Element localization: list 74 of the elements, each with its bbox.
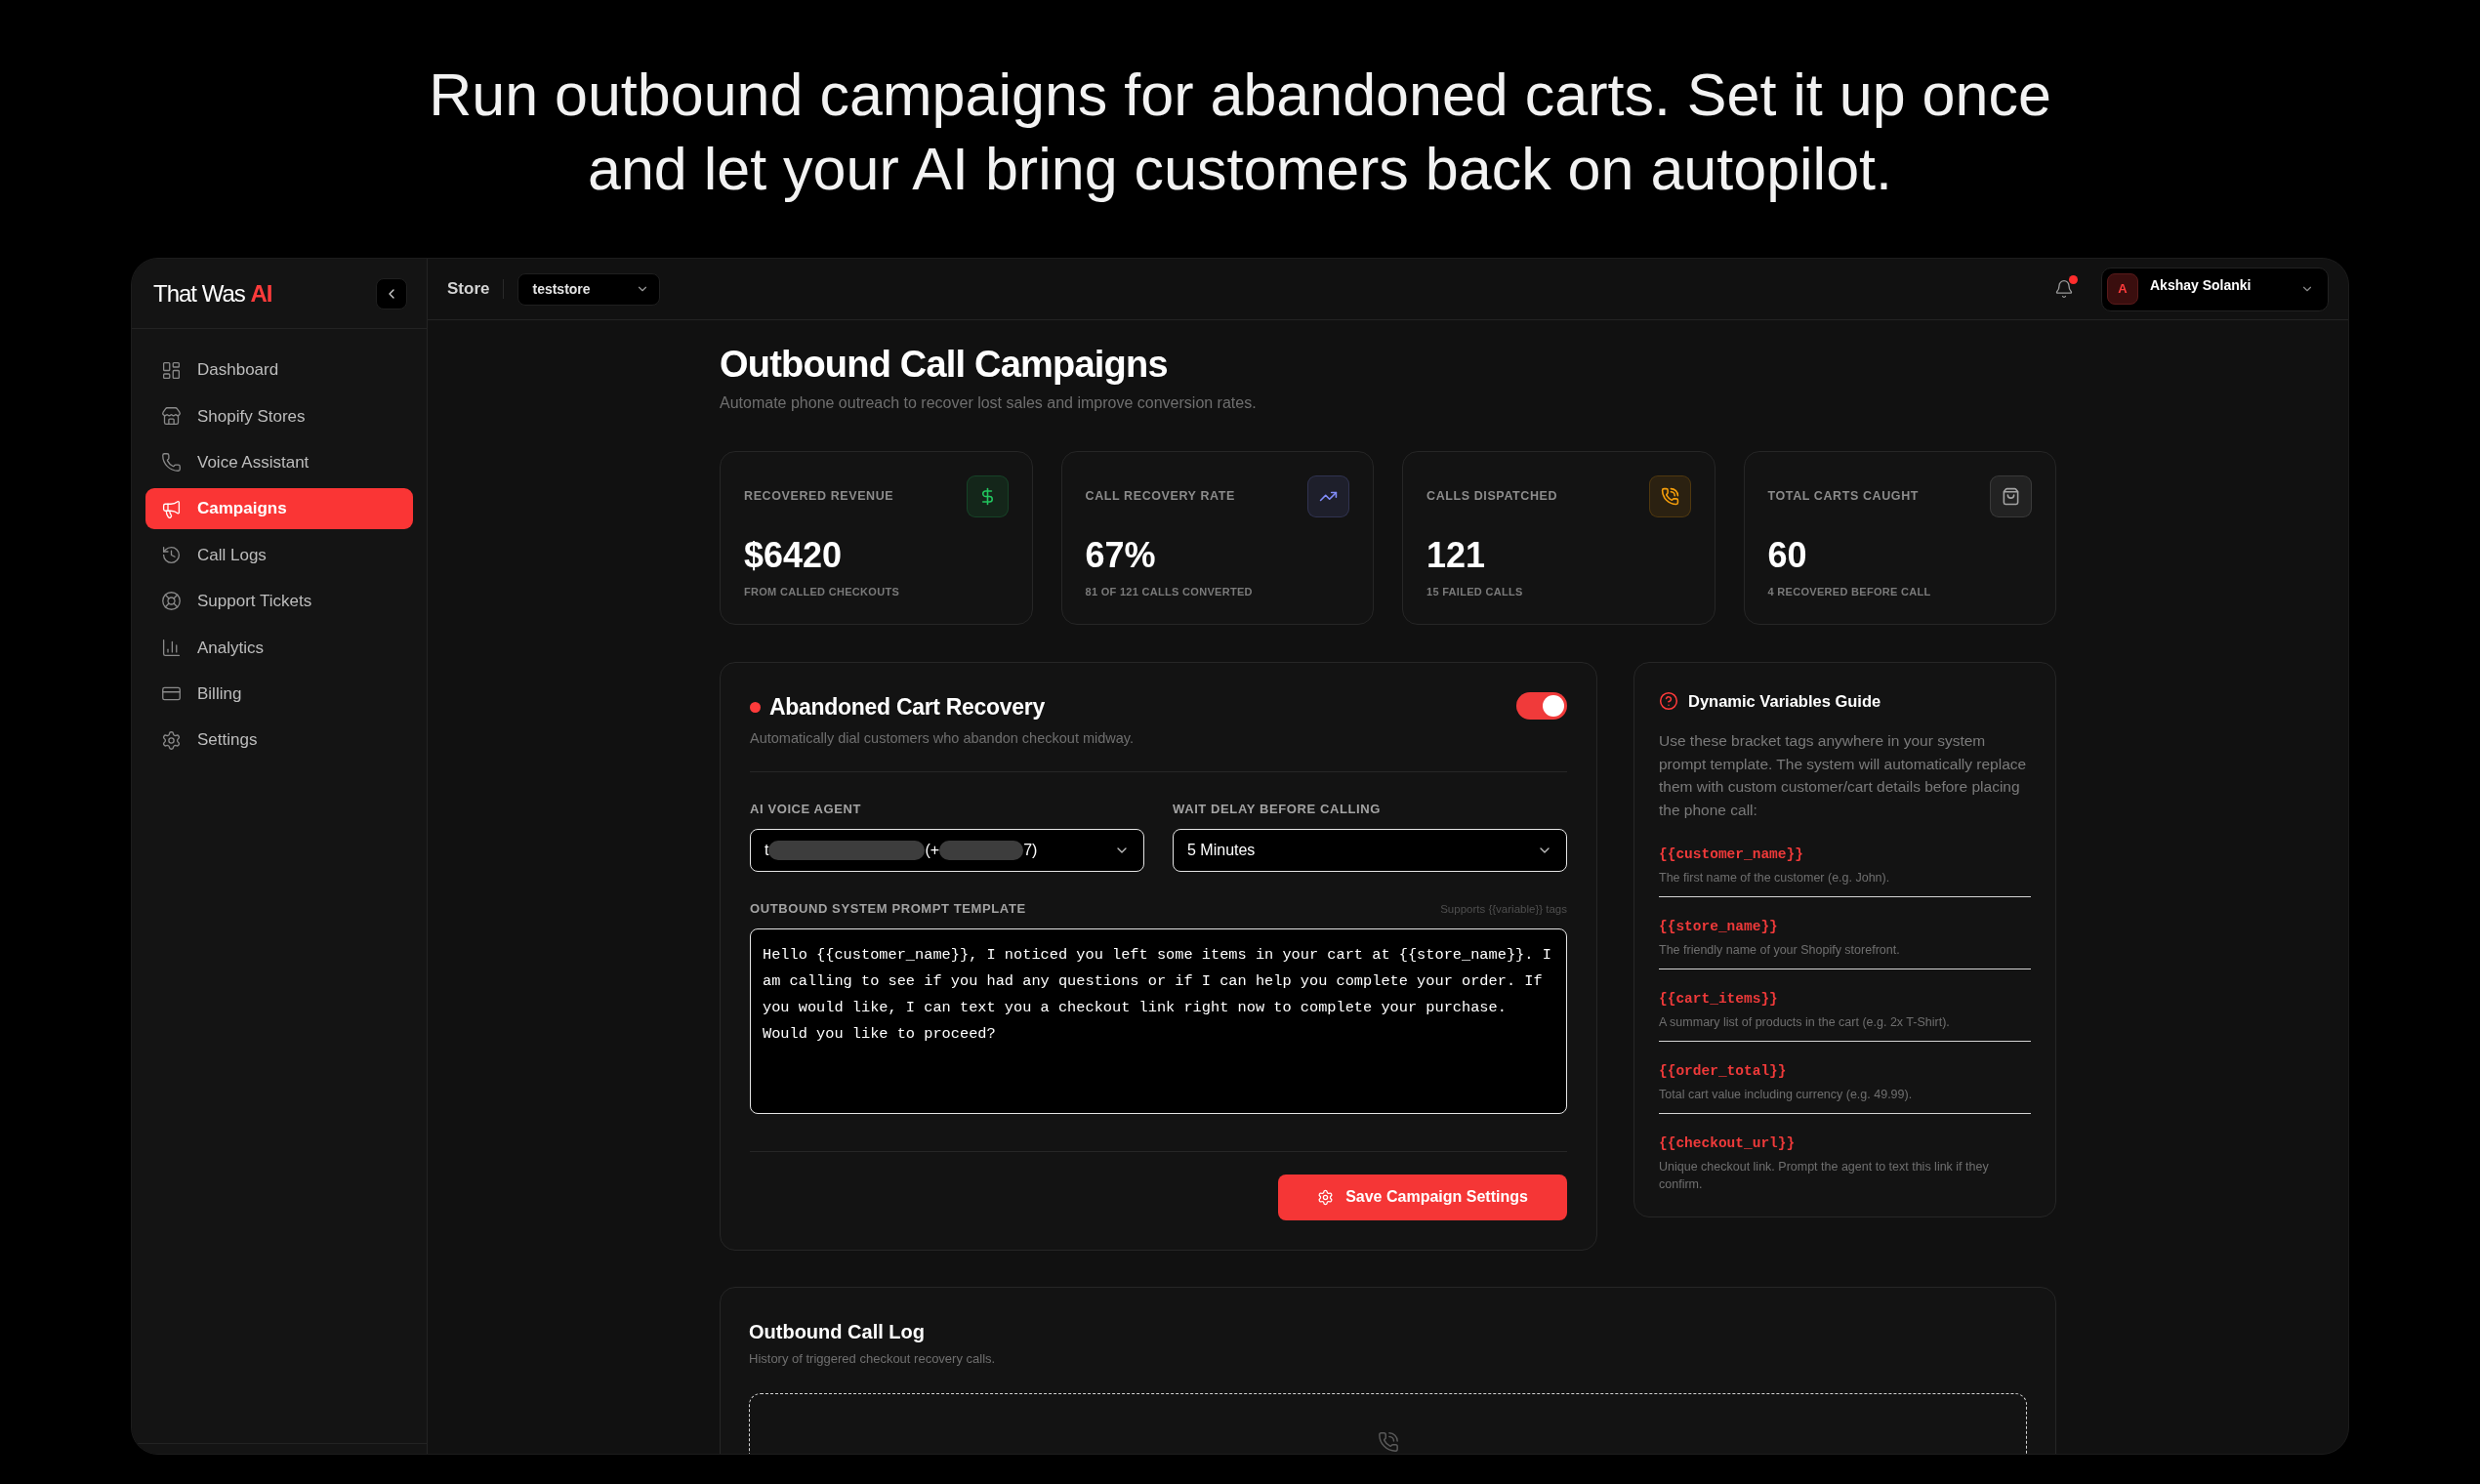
- phone-call-icon: [1377, 1431, 1399, 1453]
- settings-icon: [161, 729, 182, 751]
- campaign-title: Abandoned Cart Recovery: [769, 693, 1045, 721]
- field-hint: Supports {{variable}} tags: [1440, 902, 1567, 917]
- bar-chart-icon: [161, 637, 182, 658]
- nav-item[interactable]: Billing: [145, 673, 413, 715]
- variable-description: A summary list of products in the cart (e.g. 2x T-Shirt).: [1659, 1014, 1951, 1031]
- store-label: Store: [447, 278, 490, 301]
- prompt-textarea[interactable]: Hello {{customer_name}}, I noticed you left some items in your cart at {{store_name}}. I am calling to see if you had any questions or if I can help you complete your order. If you would like, I can text you a checkout link right now to complete your purchase. Would you like to proceed?: [750, 928, 1567, 1114]
- field-label: AI VOICE AGENT: [750, 802, 863, 817]
- agent-value-text: (+: [925, 841, 940, 860]
- megaphone-icon: [161, 498, 182, 519]
- collapse-button[interactable]: [376, 277, 407, 309]
- agent-value-text: t: [765, 841, 769, 860]
- lifebuoy-icon: [161, 591, 182, 612]
- campaign-description: Automatically dial customers who abandon checkout midway.: [750, 729, 1135, 748]
- field-label: OUTBOUND SYSTEM PROMPT TEMPLATE: [750, 901, 1026, 917]
- variable-description: The first name of the customer (e.g. John).: [1659, 870, 1891, 886]
- store-icon: [161, 405, 182, 427]
- shopping-bag-icon: [1990, 475, 2032, 517]
- toggle-switch[interactable]: [1516, 692, 1567, 720]
- avatar: A: [2107, 273, 2138, 305]
- nav-item[interactable]: Analytics: [145, 627, 413, 669]
- nav-item[interactable]: Campaigns: [145, 488, 413, 530]
- help-icon: [1659, 691, 1678, 711]
- delay-select[interactable]: 5 Minutes: [1173, 829, 1567, 872]
- brand-logo: That Was AI: [153, 278, 272, 309]
- agent-value-text: 7): [1023, 841, 1038, 860]
- variable-tag: {{cart_items}}: [1659, 989, 2031, 1009]
- settings-icon: [1317, 1189, 1335, 1206]
- store-select[interactable]: teststore: [517, 272, 661, 306]
- variable-description: Total cart value including currency (e.g. 49.99).: [1659, 1087, 1914, 1103]
- nav-item[interactable]: Settings: [145, 720, 413, 762]
- phone-call-icon: [1648, 475, 1691, 517]
- headline: Run outbound campaigns for abandoned carts. Set it up once and let your AI bring customers back on autopilot.: [429, 61, 2051, 204]
- stat-note: 15 FAILED CALLS: [1426, 585, 1524, 599]
- grid-icon: [161, 359, 182, 381]
- stat-value: 60: [1767, 534, 1808, 577]
- variable-tag: {{checkout_url}}: [1659, 1134, 2031, 1153]
- stat-value: 67%: [1085, 534, 1157, 577]
- history-icon: [161, 545, 182, 566]
- call-log-title: Outbound Call Log: [749, 1320, 926, 1344]
- dollar-icon: [966, 475, 1009, 517]
- page-subtitle: Automate phone outreach to recover lost sales and improve conversion rates.: [720, 393, 1258, 413]
- stat-value: $6420: [744, 534, 844, 577]
- field-label: WAIT DELAY BEFORE CALLING: [1173, 802, 1382, 817]
- variable-tag: {{customer_name}}: [1659, 845, 2031, 864]
- nav-item[interactable]: Call Logs: [145, 534, 413, 576]
- page-title: Outbound Call Campaigns: [720, 343, 1169, 387]
- stat-label: CALLS DISPATCHED: [1426, 488, 1558, 506]
- agent-select[interactable]: t (+ 7): [750, 829, 1144, 872]
- stat-label: CALL RECOVERY RATE: [1085, 488, 1235, 506]
- stat-label: TOTAL CARTS CAUGHT: [1767, 488, 1920, 506]
- bell-icon: [2054, 279, 2074, 299]
- stat-value: 121: [1426, 534, 1487, 577]
- variable-tag: {{store_name}}: [1659, 917, 2031, 936]
- guide-title: Dynamic Variables Guide: [1688, 691, 1881, 712]
- user-menu[interactable]: A Akshay Solanki: [2101, 267, 2329, 311]
- variable-description: The friendly name of your Shopify storefront.: [1659, 942, 1901, 959]
- call-log-subtitle: History of triggered checkout recovery calls.: [749, 1350, 997, 1368]
- nav-item[interactable]: Dashboard: [145, 350, 413, 391]
- stat-note: 4 RECOVERED BEFORE CALL: [1767, 585, 1932, 599]
- guide-intro: Use these bracket tags anywhere in your system prompt template. The system will automatically replace them with custom customer/cart details before placing the phone call:: [1659, 731, 2028, 820]
- nav-item[interactable]: Shopify Stores: [145, 395, 413, 437]
- trend-up-icon: [1307, 475, 1349, 517]
- stat-note: 81 OF 121 CALLS CONVERTED: [1085, 585, 1254, 599]
- nav-item[interactable]: Voice Assistant: [145, 441, 413, 483]
- save-button[interactable]: Save Campaign Settings: [1278, 1175, 1567, 1220]
- phone-icon: [161, 452, 182, 474]
- stat-label: RECOVERED REVENUE: [744, 488, 894, 506]
- stat-note: FROM CALLED CHECKOUTS: [744, 585, 901, 599]
- variable-tag: {{order_total}}: [1659, 1061, 2031, 1081]
- nav-item[interactable]: Support Tickets: [145, 580, 413, 622]
- variable-description: Unique checkout link. Prompt the agent to text this link if they confirm.: [1659, 1159, 1990, 1193]
